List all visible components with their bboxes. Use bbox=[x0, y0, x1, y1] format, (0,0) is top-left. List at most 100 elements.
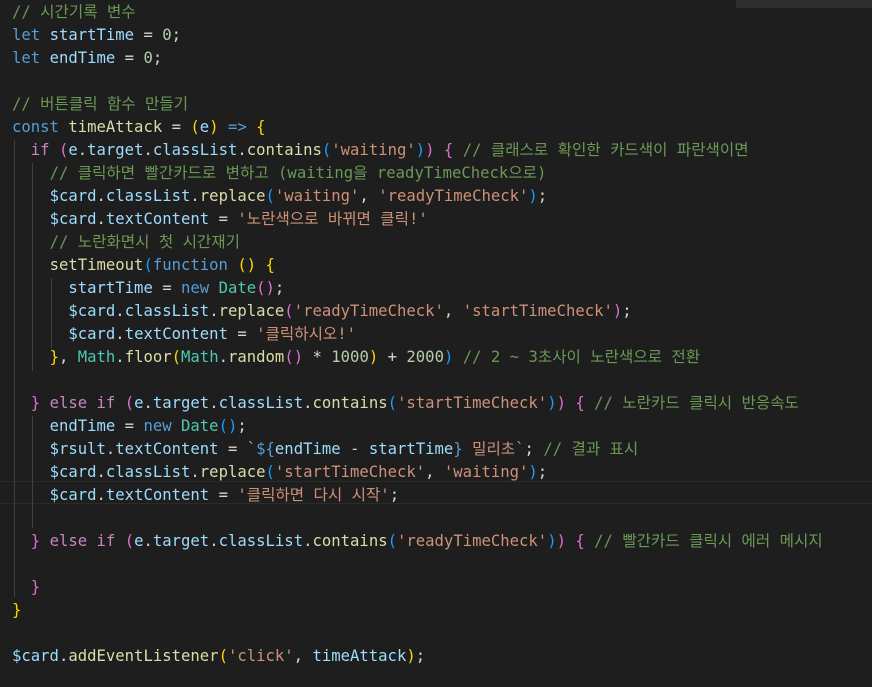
code-token: () bbox=[256, 279, 275, 297]
code-token: } bbox=[30, 578, 41, 596]
code-token: . bbox=[209, 532, 219, 550]
horizontal-scroll-indicator[interactable] bbox=[736, 0, 872, 8]
code-token: ( bbox=[265, 463, 275, 481]
code-token: ; bbox=[152, 49, 163, 67]
code-line[interactable]: // 버튼클릭 함수 만들기 bbox=[12, 93, 188, 116]
code-token: // 결과 표시 bbox=[543, 440, 639, 458]
code-token: startTime bbox=[68, 279, 153, 297]
code-token: . bbox=[143, 394, 153, 412]
code-line[interactable]: } bbox=[12, 599, 21, 622]
code-line[interactable]: if (e.target.classList.contains('waiting… bbox=[12, 139, 749, 162]
code-line[interactable]: let endTime = 0; bbox=[12, 47, 162, 70]
code-token: else bbox=[49, 394, 88, 412]
code-token: . bbox=[209, 302, 219, 320]
code-token: = bbox=[152, 279, 182, 297]
code-token: . bbox=[105, 440, 116, 458]
code-token: . bbox=[190, 463, 200, 481]
code-token: - bbox=[340, 440, 369, 458]
code-line[interactable]: let startTime = 0; bbox=[12, 24, 181, 47]
code-token: '노란색으로 바뀌면 클릭!' bbox=[237, 210, 428, 228]
code-token: let bbox=[12, 26, 41, 44]
code-token: 'waiting' bbox=[331, 141, 416, 159]
code-token: ( bbox=[387, 532, 397, 550]
code-token: = bbox=[115, 49, 144, 67]
code-line[interactable]: $card.classList.replace('waiting', 'read… bbox=[12, 185, 548, 208]
code-editor[interactable]: // 시간기록 변수 let startTime = 0; let endTime … bbox=[0, 0, 872, 687]
code-token: + bbox=[378, 348, 407, 366]
code-token: { bbox=[265, 256, 275, 274]
code-token: ( bbox=[321, 141, 332, 159]
code-token: ) bbox=[425, 141, 435, 159]
code-line[interactable]: // 노란화면시 첫 시간재기 bbox=[12, 231, 240, 254]
code-token: 'startTimeCheck' bbox=[462, 302, 613, 320]
code-token: ( bbox=[171, 348, 182, 366]
code-token: ) bbox=[528, 463, 538, 481]
code-token: ; bbox=[237, 417, 247, 435]
code-token: 1000 bbox=[331, 348, 369, 366]
code-line[interactable]: } bbox=[12, 576, 40, 599]
code-line[interactable]: $card.textContent = '클릭하면 다시 시작'; bbox=[12, 484, 400, 507]
code-token: classList bbox=[105, 463, 191, 481]
code-token: , bbox=[58, 348, 78, 366]
code-token: . bbox=[96, 463, 106, 481]
code-token: contains bbox=[246, 141, 322, 159]
code-token: // 노란화면시 첫 시간재기 bbox=[49, 233, 240, 251]
code-line[interactable]: setTimeout(function () { bbox=[12, 254, 275, 277]
code-token: ( bbox=[58, 141, 69, 159]
code-line[interactable]: $card.classList.replace('readyTimeCheck'… bbox=[12, 300, 632, 323]
code-line[interactable]: } else if (e.target.classList.contains('… bbox=[12, 530, 823, 553]
code-line[interactable]: $card.textContent = '노란색으로 바뀌면 클릭!' bbox=[12, 208, 428, 231]
code-token: target bbox=[152, 394, 210, 412]
code-token: ( bbox=[124, 394, 135, 412]
code-token: startTime bbox=[368, 440, 454, 458]
code-token: $card bbox=[49, 463, 97, 481]
code-token: . bbox=[96, 187, 106, 205]
code-token: = bbox=[209, 486, 238, 504]
code-line[interactable]: $rsult.textContent = `${endTime - startT… bbox=[12, 438, 639, 461]
code-token: new bbox=[143, 417, 172, 435]
code-token: ( bbox=[124, 532, 135, 550]
code-token: let bbox=[12, 49, 41, 67]
code-line[interactable]: startTime = new Date(); bbox=[12, 277, 284, 300]
code-token: * bbox=[303, 348, 332, 366]
code-token: { bbox=[575, 532, 585, 550]
code-line[interactable]: $card.textContent = '클릭하시오!' bbox=[12, 323, 356, 346]
code-line[interactable]: $card.classList.replace('startTimeCheck'… bbox=[12, 461, 548, 484]
code-line[interactable]: $card.addEventListener('click', timeAtta… bbox=[12, 645, 425, 668]
code-token: = bbox=[218, 440, 247, 458]
code-token: . bbox=[143, 141, 153, 159]
code-token: ; bbox=[622, 302, 632, 320]
code-line[interactable]: // 클릭하면 빨간카드로 변하고 (waiting을 readyTimeChe… bbox=[12, 162, 547, 185]
code-token: ; bbox=[274, 279, 285, 297]
code-line[interactable]: } else if (e.target.classList.contains('… bbox=[12, 392, 799, 415]
code-token: 'click' bbox=[227, 647, 294, 665]
code-token: 'waiting' bbox=[443, 463, 529, 481]
code-token: endTime bbox=[49, 49, 116, 67]
code-token: ) bbox=[612, 302, 623, 320]
code-line[interactable]: }, Math.floor(Math.random() * 1000) + 20… bbox=[12, 346, 701, 369]
code-token: . bbox=[143, 532, 153, 550]
code-line[interactable]: endTime = new Date(); bbox=[12, 415, 247, 438]
code-token: timeAttack bbox=[312, 647, 407, 665]
code-token: new bbox=[181, 279, 210, 297]
code-token: 'startTimeCheck' bbox=[274, 463, 426, 481]
code-token: } bbox=[453, 440, 463, 458]
code-token: . bbox=[96, 486, 106, 504]
code-token: ) bbox=[547, 394, 557, 412]
code-line[interactable]: // 시간기록 변수 bbox=[12, 1, 136, 24]
code-token: . bbox=[209, 394, 219, 412]
code-token: = bbox=[134, 26, 163, 44]
code-token: = bbox=[162, 118, 191, 136]
code-token: ) bbox=[556, 394, 566, 412]
code-line[interactable]: const timeAttack = (e) => { bbox=[12, 116, 266, 139]
